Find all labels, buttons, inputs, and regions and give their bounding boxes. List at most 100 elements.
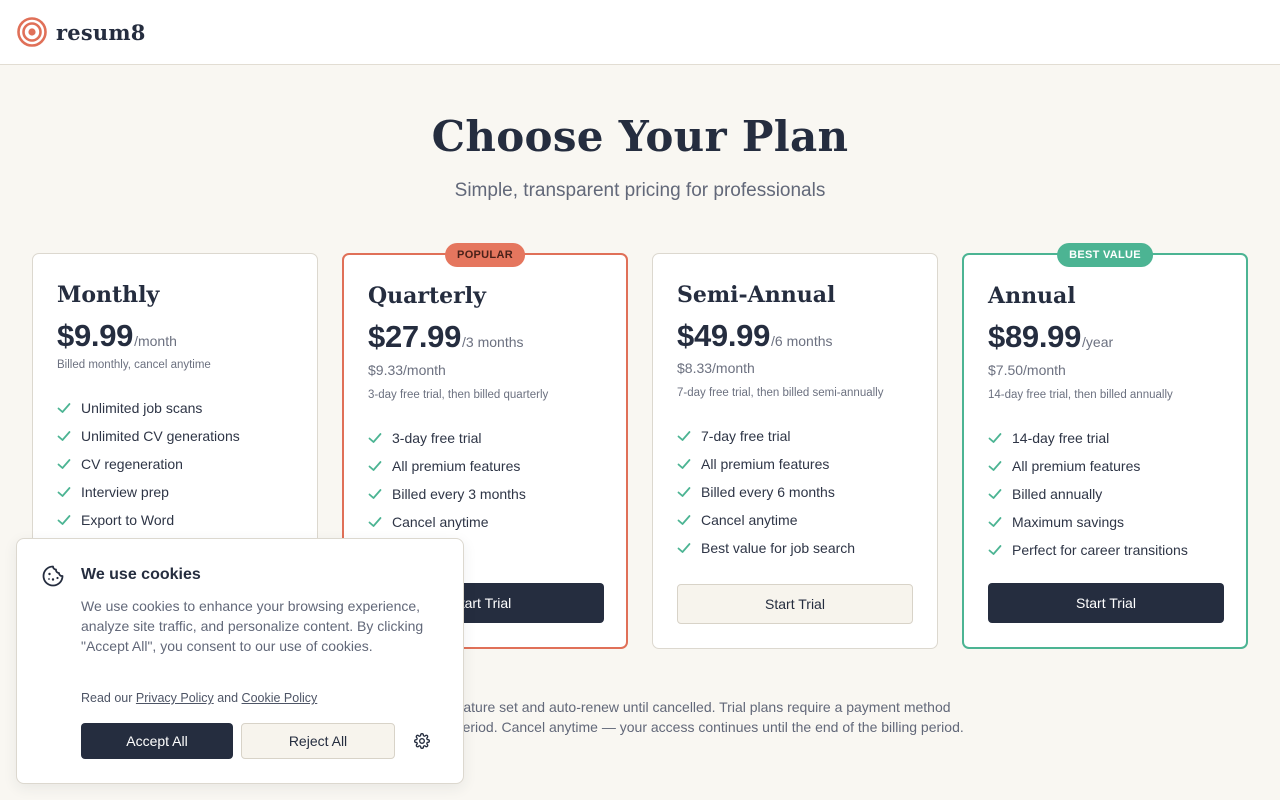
plan-card-annual: BEST VALUE Annual $89.99 /year $7.50/mon… bbox=[962, 243, 1248, 649]
feature-label: Perfect for career transitions bbox=[1012, 542, 1188, 558]
feature-item: Maximum savings bbox=[988, 508, 1188, 536]
start-trial-button-annual[interactable]: Start Trial bbox=[988, 583, 1224, 623]
feature-item: All premium features bbox=[368, 452, 526, 480]
check-icon bbox=[677, 459, 691, 469]
feature-item: Cancel anytime bbox=[368, 508, 526, 536]
check-icon bbox=[677, 515, 691, 525]
pricing-footnote: e feature set and auto-renew until cance… bbox=[440, 697, 1040, 737]
plan-price: $27.99 bbox=[368, 319, 462, 354]
plan-name: Semi-Annual bbox=[677, 282, 836, 308]
top-bar: resum8 bbox=[0, 0, 1280, 65]
feature-item: Billed every 6 months bbox=[677, 478, 855, 506]
check-icon bbox=[368, 433, 382, 443]
feature-label: Interview prep bbox=[81, 484, 169, 500]
feature-item: 14-day free trial bbox=[988, 424, 1188, 452]
plan-price: $9.99 bbox=[57, 318, 134, 353]
check-icon bbox=[368, 517, 382, 527]
page-subtitle: Simple, transparent pricing for professi… bbox=[454, 180, 826, 201]
plan-name: Annual bbox=[988, 283, 1076, 309]
plan-period: /3 months bbox=[462, 334, 524, 350]
price-row: $9.99 /month bbox=[57, 318, 177, 354]
feature-label: Unlimited job scans bbox=[81, 400, 203, 416]
check-icon bbox=[57, 431, 71, 441]
feature-item: Billed every 3 months bbox=[368, 480, 526, 508]
check-icon bbox=[57, 403, 71, 413]
brand-name[interactable]: resum8 bbox=[56, 20, 146, 45]
feature-label: Cancel anytime bbox=[392, 514, 489, 530]
billing-note: Billed monthly, cancel anytime bbox=[57, 359, 211, 371]
cookie-settings-button[interactable] bbox=[411, 730, 433, 752]
feature-item: Billed annually bbox=[988, 480, 1188, 508]
plan-card-semi-annual: Semi-Annual $49.99 /6 months $8.33/month… bbox=[652, 253, 938, 649]
feature-item: Interview prep bbox=[57, 478, 240, 506]
per-month-price: $7.50/month bbox=[988, 362, 1066, 378]
feature-item: 3-day free trial bbox=[368, 424, 526, 452]
target-logo-icon[interactable] bbox=[17, 17, 47, 47]
footnote-line-1: e feature set and auto-renew until cance… bbox=[440, 699, 951, 715]
check-icon bbox=[57, 459, 71, 469]
feature-label: Unlimited CV generations bbox=[81, 428, 240, 444]
feature-label: Billed annually bbox=[1012, 486, 1103, 502]
links-prefix: Read our bbox=[81, 691, 133, 705]
feature-label: All premium features bbox=[392, 458, 521, 474]
check-icon bbox=[988, 461, 1002, 471]
plan-period: /6 months bbox=[771, 333, 833, 349]
reject-all-button[interactable]: Reject All bbox=[241, 723, 395, 759]
cookie-description: We use cookies to enhance your browsing … bbox=[81, 598, 424, 654]
popular-badge: POPULAR bbox=[445, 243, 525, 267]
plan-price: $49.99 bbox=[677, 318, 771, 353]
check-icon bbox=[677, 431, 691, 441]
plan-name: Monthly bbox=[57, 282, 160, 308]
per-month-price: $9.33/month bbox=[368, 362, 446, 378]
feature-list: 14-day free trial All premium features B… bbox=[988, 424, 1188, 564]
feature-label: Billed every 3 months bbox=[392, 486, 526, 502]
feature-item: 7-day free trial bbox=[677, 422, 855, 450]
start-trial-button-semi-annual[interactable]: Start Trial bbox=[677, 584, 913, 624]
feature-item: CV regeneration bbox=[57, 450, 240, 478]
feature-label: Billed every 6 months bbox=[701, 484, 835, 500]
feature-label: 7-day free trial bbox=[701, 428, 791, 444]
feature-item: Unlimited job scans bbox=[57, 394, 240, 422]
feature-label: Maximum savings bbox=[1012, 514, 1125, 530]
feature-item: Best value for job search bbox=[677, 534, 855, 562]
feature-label: Best value for job search bbox=[701, 540, 856, 556]
cookie-banner: We use cookies We use cookies to enhance… bbox=[16, 538, 464, 784]
plan-name: Quarterly bbox=[368, 283, 486, 309]
check-icon bbox=[988, 545, 1002, 555]
feature-item: Unlimited CV generations bbox=[57, 422, 240, 450]
cookie-policy-link[interactable]: Cookie Policy bbox=[242, 691, 318, 705]
check-icon bbox=[368, 489, 382, 499]
check-icon bbox=[988, 433, 1002, 443]
feature-item: Perfect for career transitions bbox=[988, 536, 1188, 564]
privacy-policy-link[interactable]: Privacy Policy bbox=[136, 691, 214, 705]
check-icon bbox=[988, 489, 1002, 499]
gear-icon bbox=[414, 733, 430, 749]
links-and: and bbox=[217, 691, 239, 705]
cookie-icon bbox=[42, 565, 64, 587]
plan-price: $89.99 bbox=[988, 319, 1082, 354]
check-icon bbox=[57, 515, 71, 525]
price-row: $27.99 /3 months bbox=[368, 319, 524, 355]
plan-period: /year bbox=[1082, 334, 1114, 350]
billing-note: 14-day free trial, then billed annually bbox=[988, 389, 1173, 401]
feature-label: 3-day free trial bbox=[392, 430, 482, 446]
check-icon bbox=[368, 461, 382, 471]
feature-label: 14-day free trial bbox=[1012, 430, 1110, 446]
check-icon bbox=[677, 543, 691, 553]
price-row: $89.99 /year bbox=[988, 319, 1113, 355]
billing-note: 3-day free trial, then billed quarterly bbox=[368, 389, 549, 401]
feature-label: All premium features bbox=[1012, 458, 1141, 474]
feature-label: CV regeneration bbox=[81, 456, 183, 472]
page-title: Choose Your Plan bbox=[431, 112, 849, 161]
accept-all-button[interactable]: Accept All bbox=[81, 723, 233, 759]
feature-label: All premium features bbox=[701, 456, 830, 472]
price-row: $49.99 /6 months bbox=[677, 318, 833, 354]
check-icon bbox=[988, 517, 1002, 527]
best-value-badge: BEST VALUE bbox=[1057, 243, 1153, 267]
billing-note: 7-day free trial, then billed semi-annua… bbox=[677, 387, 884, 399]
per-month-price: $8.33/month bbox=[677, 360, 755, 376]
feature-item: Cancel anytime bbox=[677, 506, 855, 534]
footnote-line-2: al period. Cancel anytime — your access … bbox=[440, 719, 964, 735]
feature-list: 7-day free trial All premium features Bi… bbox=[677, 422, 855, 562]
feature-label: Export to Word bbox=[81, 512, 175, 528]
